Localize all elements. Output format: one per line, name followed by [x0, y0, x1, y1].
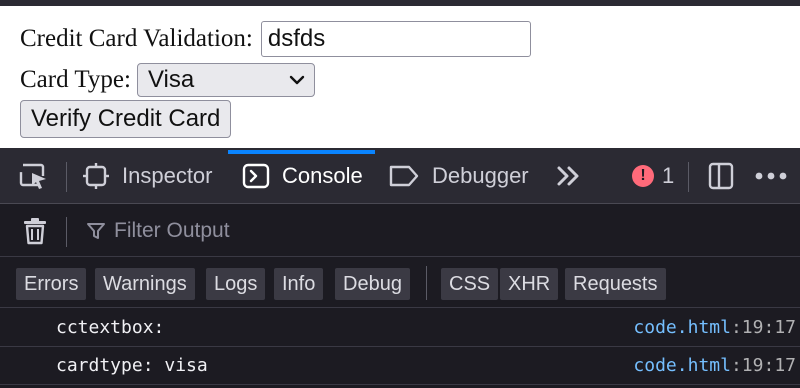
tab-inspector[interactable]: Inspector — [82, 148, 213, 204]
console-message-source[interactable]: code.html:19:17 — [633, 355, 796, 376]
filter-info-button[interactable]: Info — [274, 268, 324, 300]
cc-textbox[interactable]: dsfds — [260, 21, 531, 57]
verify-button[interactable]: Verify Credit Card — [20, 100, 232, 138]
console-icon — [242, 163, 270, 189]
filter-css-button[interactable]: CSS — [441, 268, 499, 300]
cc-row: Credit Card Validation: dsfds — [20, 21, 531, 57]
tab-debugger-label: Debugger — [432, 163, 529, 188]
trash-icon — [24, 218, 46, 245]
chevron-down-icon — [289, 75, 305, 85]
card-type-row: Card Type: Visa — [20, 63, 315, 97]
error-counter[interactable]: ! 1 — [632, 148, 674, 204]
tab-inspector-label: Inspector — [122, 163, 213, 188]
source-file-link[interactable]: code.html — [633, 355, 731, 376]
tab-console[interactable]: Console — [242, 148, 363, 204]
source-line: :19:17 — [730, 355, 796, 376]
filter-icon — [87, 223, 105, 239]
debugger-icon — [389, 165, 419, 187]
filter-errors-button[interactable]: Errors — [16, 268, 87, 300]
filter-warnings-button[interactable]: Warnings — [95, 268, 195, 300]
filter-separator — [66, 217, 67, 247]
category-separator — [426, 266, 427, 300]
toolbar-separator — [688, 162, 689, 192]
double-chevron-right-icon — [557, 166, 579, 186]
dock-options-button[interactable] — [706, 148, 736, 204]
source-file-link[interactable]: code.html — [633, 317, 731, 338]
source-line: :19:17 — [730, 317, 796, 338]
menu-button[interactable] — [754, 148, 788, 204]
console-message: cardtype: visa code.html:19:17 — [0, 347, 800, 385]
toolbar-separator — [66, 162, 67, 192]
tab-console-label: Console — [282, 163, 363, 188]
card-type-value: Visa — [147, 66, 195, 93]
filter-xhr-button[interactable]: XHR — [500, 268, 559, 300]
cc-label: Credit Card Validation: — [20, 25, 253, 52]
console-category-filters: Errors Warnings Logs Info Debug CSS XHR … — [0, 258, 800, 308]
pick-element-icon — [19, 163, 46, 189]
inspector-icon — [83, 163, 109, 189]
clear-console-button[interactable] — [22, 205, 48, 257]
error-count: 1 — [662, 163, 675, 188]
error-icon: ! — [632, 165, 654, 187]
filter-placeholder: Filter Output — [114, 219, 230, 242]
responsive-design-icon — [708, 162, 734, 190]
card-type-select[interactable]: Visa — [136, 63, 315, 97]
filter-output-input[interactable]: Filter Output — [86, 205, 230, 257]
filter-debug-button[interactable]: Debug — [335, 268, 410, 300]
more-tools-button[interactable] — [556, 148, 582, 204]
filter-requests-button[interactable]: Requests — [565, 268, 666, 300]
devtools-toolbar: Inspector Console Debugger ! 1 — [0, 148, 800, 204]
tab-debugger[interactable]: Debugger — [388, 148, 529, 204]
pick-element-button[interactable] — [18, 148, 50, 204]
page-content: Credit Card Validation: dsfds Card Type:… — [0, 6, 800, 148]
filter-logs-button[interactable]: Logs — [206, 268, 266, 300]
devtools-panel: Inspector Console Debugger ! 1 Filter Ou… — [0, 148, 800, 388]
console-message-source[interactable]: code.html:19:17 — [633, 317, 796, 338]
console-message: cctextbox: code.html:19:17 — [0, 309, 800, 347]
console-message-text: cardtype: visa — [56, 355, 208, 376]
verify-row: Verify Credit Card — [20, 100, 232, 138]
more-options-icon — [755, 172, 787, 180]
card-type-label: Card Type: — [20, 66, 131, 93]
console-filter-bar: Filter Output — [0, 205, 800, 257]
console-message-text: cctextbox: — [56, 317, 165, 338]
